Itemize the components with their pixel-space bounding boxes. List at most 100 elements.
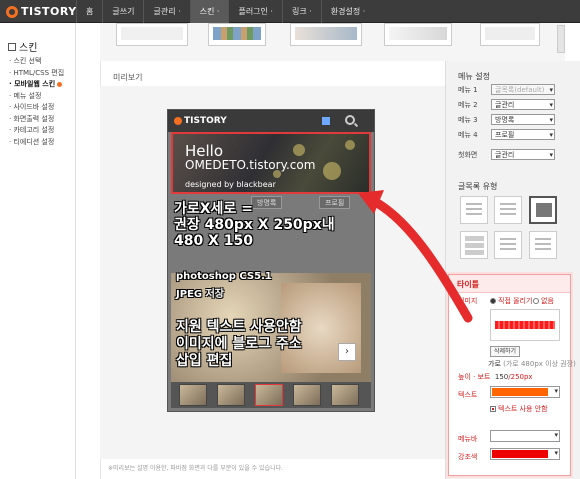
menu-label: 메뉴 3 (458, 116, 478, 124)
sidebar-title-text: 스킨 (19, 43, 38, 54)
nav-plugin[interactable]: 플러그인 · (228, 0, 282, 23)
menubar-color-field[interactable] (490, 430, 560, 442)
nav-settings[interactable]: 환경설정 · (320, 0, 375, 23)
accent-color-swatch (492, 450, 548, 458)
menu-2-select[interactable]: 글관리 (491, 99, 555, 110)
strip-thumbnail[interactable] (331, 384, 359, 406)
popup-title: 타이틀 (457, 280, 480, 289)
list-type-option[interactable] (460, 231, 488, 259)
sidebar-item-mobile-skin[interactable]: · 모바일웹 스킨 (9, 79, 77, 91)
sidebar-item-category-settings[interactable]: · 카테고리 설정 (9, 125, 77, 137)
bokeh-light (293, 144, 305, 156)
new-dot-icon (57, 81, 63, 87)
list-type-option-selected[interactable] (529, 196, 557, 224)
nav-link[interactable]: 링크 · (281, 0, 321, 23)
top-navigation-bar: TISTORY 홈 글쓰기 글관리 · 스킨 · 플러그인 · 링크 · 환경설… (0, 0, 580, 23)
annotation-line: JPEG 저장 (176, 289, 224, 300)
tab-profile[interactable]: 프로필 (319, 196, 351, 209)
tistory-logo-icon (174, 117, 182, 125)
width-label: 가로 (488, 360, 501, 368)
menu-settings-title: 메뉴 설정 (458, 72, 490, 81)
strip-thumbnail[interactable] (217, 384, 245, 406)
accent-color-field[interactable] (490, 448, 560, 460)
logo-text: TISTORY (21, 5, 77, 18)
sidebar-item-skin-select[interactable]: · 스킨 선택 (9, 56, 77, 68)
menu-label: 첫화면 (458, 151, 478, 159)
nav-write[interactable]: 글쓰기 (102, 0, 143, 23)
skin-thumbnail[interactable] (290, 23, 362, 46)
left-sidebar: 스킨 · 스킨 선택 · HTML/CSS 편집 · 모바일웹 스킨 · 메뉴 … (0, 23, 76, 479)
height-value[interactable]: 150 (495, 373, 508, 381)
list-type-option[interactable] (529, 231, 557, 259)
search-icon[interactable] (345, 115, 355, 125)
checkbox-icon (490, 406, 496, 412)
menu-1-select[interactable]: 글목록(default) (491, 84, 555, 95)
strip-thumbnail[interactable] (293, 384, 321, 406)
checkbox-label: 텍스트 사용 안함 (498, 405, 548, 413)
tistory-logo[interactable]: TISTORY (6, 4, 77, 19)
height-row: 높이 · 보트 150/250px (458, 372, 533, 382)
menu-row-3: 메뉴 3 방명록 (458, 114, 573, 126)
thumbnail-scrollbar[interactable] (557, 25, 565, 53)
preview-footer-note: ※미리보는 설명 이용한, 파비점 화면과 다를 부분이 있을 수 있습니다. (108, 465, 284, 472)
width-row: 가로 (가로 480px 이상 권장) (488, 359, 576, 369)
banner-url: OMEDETO.tistory.com (185, 158, 316, 172)
skin-thumbnail[interactable] (384, 23, 452, 46)
radio-none[interactable]: 없음 (533, 296, 554, 306)
thumbnail-strip (171, 382, 371, 408)
nav-post-manage[interactable]: 글관리 · (143, 0, 189, 23)
skin-thumbnail[interactable] (480, 23, 540, 46)
radio-direct-upload[interactable]: 직접 올리기 (490, 296, 532, 306)
height-label: 높이 · 보트 (458, 373, 491, 381)
strip-thumbnail[interactable] (255, 384, 283, 406)
phone-logo: TISTORY (174, 116, 227, 126)
annotation-line: photoshop CS5.1 (176, 271, 272, 282)
tab-guestbook[interactable]: 방명록 (251, 196, 283, 209)
nav-skin[interactable]: 스킨 · (189, 0, 229, 23)
menu-label: 메뉴 4 (458, 131, 478, 139)
skin-thumbnail[interactable] (116, 23, 188, 46)
skin-thumbnail[interactable] (208, 23, 266, 46)
next-arrow-button[interactable]: › (338, 343, 356, 361)
list-type-option[interactable] (494, 196, 522, 224)
text-color-swatch (492, 388, 548, 396)
phone-logo-text: TISTORY (184, 116, 227, 126)
sidebar-item-label: · 모바일웹 스킨 (9, 80, 56, 88)
sidebar-menu: · 스킨 선택 · HTML/CSS 편집 · 모바일웹 스킨 · 메뉴 설정 … (9, 56, 77, 148)
strip-thumbnail[interactable] (179, 384, 207, 406)
height-unit: /250px (508, 373, 533, 381)
nav-home[interactable]: 홈 (76, 0, 102, 23)
radio-label: 직접 올리기 (498, 297, 533, 305)
radio-label: 없음 (541, 297, 554, 305)
menu-3-select[interactable]: 방명록 (491, 114, 555, 125)
edit-icon[interactable] (322, 117, 330, 125)
sidebar-item-menu-settings[interactable]: · 메뉴 설정 (9, 91, 77, 103)
text-disable-checkbox[interactable]: 텍스트 사용 안함 (490, 404, 548, 414)
sidebar-title: 스킨 (8, 39, 37, 54)
preview-label: 미리보기 (113, 73, 143, 82)
sidebar-item-display-settings[interactable]: · 화면출력 설정 (9, 114, 77, 126)
list-type-option[interactable] (460, 196, 488, 224)
list-type-option[interactable] (494, 231, 522, 259)
width-value: (가로 480px 이상 권장) (503, 360, 576, 368)
sidebar-item-tedition-settings[interactable]: · 티에디션 설정 (9, 137, 77, 149)
banner-designed-by: designed by blackbear (185, 180, 276, 189)
bokeh-light (345, 140, 355, 150)
uploaded-title-image (490, 309, 560, 341)
text-label: 텍스트 (458, 391, 478, 399)
sidebar-item-html-css[interactable]: · HTML/CSS 편집 (9, 68, 77, 80)
annotation-line: 480 X 150 (174, 233, 253, 249)
tistory-logo-icon (6, 5, 18, 18)
sidebar-item-sidebar-settings[interactable]: · 사이드바 설정 (9, 102, 77, 114)
menu-4-select[interactable]: 프로필 (491, 129, 555, 140)
menu-row-2: 메뉴 2 글관리 (458, 99, 573, 111)
home-screen-select[interactable]: 글관리 (491, 149, 555, 160)
popup-header: 타이틀 (449, 275, 570, 293)
text-color-field[interactable] (490, 386, 560, 398)
menu-row-home: 첫화면 글관리 (458, 149, 573, 161)
delete-image-button[interactable]: 삭제하기 (490, 346, 520, 357)
image-label: 이미지 (458, 297, 478, 305)
menubar-label: 메뉴바 (458, 435, 478, 443)
skin-thumbnail-strip (100, 23, 565, 61)
accent-label: 강조색 (458, 453, 478, 461)
